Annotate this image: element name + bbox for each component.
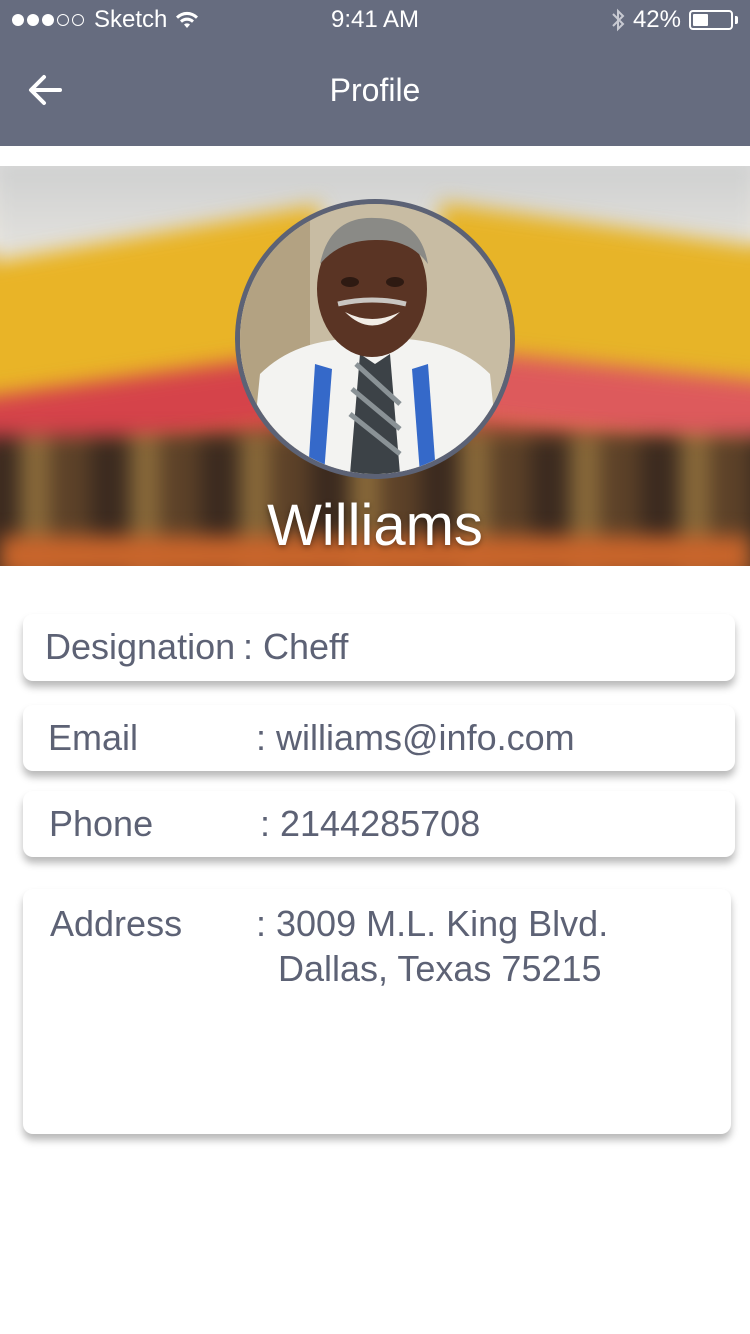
avatar[interactable] bbox=[235, 199, 515, 479]
phone-value[interactable]: : 2144285708 bbox=[260, 803, 480, 845]
designation-card: Designation : Cheff bbox=[23, 614, 735, 681]
address-line-1: : 3009 M.L. King Blvd. bbox=[256, 903, 609, 944]
address-card: Address : 3009 M.L. King Blvd. Dallas, T… bbox=[23, 889, 731, 1134]
designation-label: Designation bbox=[45, 626, 236, 667]
battery-icon bbox=[689, 10, 733, 30]
status-bar: Sketch 9:41 AM 42% bbox=[0, 0, 750, 40]
bluetooth-icon bbox=[612, 8, 625, 32]
designation-value: : Cheff bbox=[243, 626, 349, 667]
profile-cover: Williams bbox=[0, 166, 750, 566]
battery-percent: 42% bbox=[632, 6, 681, 33]
page-title: Profile bbox=[329, 72, 421, 108]
email-label: Email bbox=[48, 717, 139, 758]
status-right: 42% bbox=[611, 6, 738, 34]
avatar-photo bbox=[240, 204, 510, 474]
battery-tip bbox=[735, 16, 738, 24]
email-value[interactable]: : williams@info.com bbox=[256, 717, 575, 759]
address-line-2: Dallas, Texas 75215 bbox=[278, 948, 602, 989]
battery-level bbox=[693, 14, 708, 26]
email-card: Email : williams@info.com bbox=[23, 705, 735, 771]
phone-card: Phone : 2144285708 bbox=[23, 791, 735, 857]
navigation-bar: Profile bbox=[0, 40, 750, 146]
address-label: Address bbox=[50, 903, 183, 944]
phone-label: Phone bbox=[49, 803, 154, 844]
profile-name: Williams bbox=[267, 493, 483, 558]
